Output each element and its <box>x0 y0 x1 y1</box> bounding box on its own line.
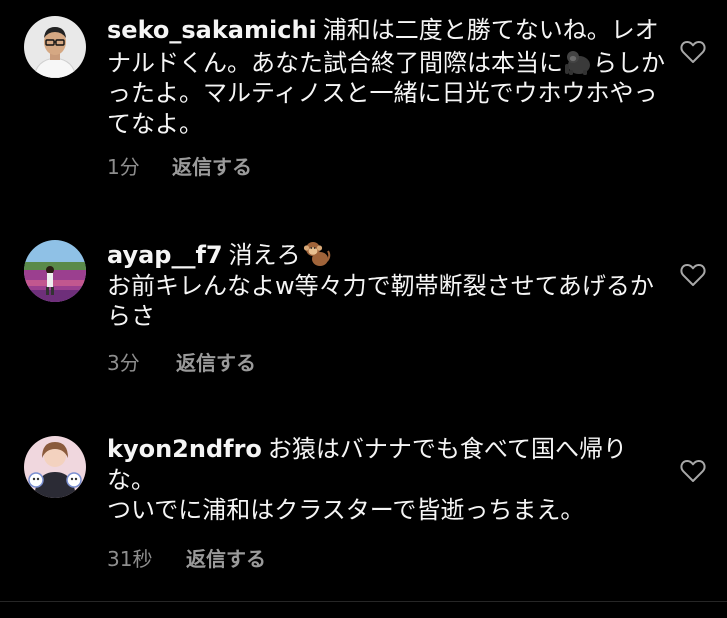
comment-meta: 31秒 返信する <box>107 547 407 571</box>
comment-text-part: お前キレんなよw等々力で靭帯断裂させてあげるからさ <box>107 271 654 331</box>
heart-icon[interactable] <box>680 263 706 287</box>
gorilla-emoji <box>565 50 590 75</box>
heart-icon[interactable] <box>680 40 706 64</box>
comment-text: kyon2ndfro お猿はバナナでも食べて国へ帰りな。 ついでに浦和はクラスターで… <box>107 434 667 526</box>
comment-username[interactable]: kyon2ndfro <box>107 435 262 463</box>
man-with-glasses-avatar <box>24 16 86 78</box>
comment-time: 31秒 <box>107 547 153 571</box>
divider <box>0 601 727 602</box>
comment-text: ayap__f7 消えろ お前キレんなよw等々力で靭帯断裂させてあげるからさ <box>107 238 667 332</box>
reply-button[interactable]: 返信する <box>172 155 252 179</box>
avatar[interactable] <box>24 16 86 78</box>
woman-with-mascots-avatar <box>24 436 86 498</box>
comment-time: 1分 <box>107 155 140 179</box>
monkey-emoji <box>303 242 330 266</box>
comment-time: 3分 <box>107 351 140 375</box>
reply-button[interactable]: 返信する <box>176 351 256 375</box>
reply-button[interactable]: 返信する <box>186 547 266 571</box>
avatar[interactable] <box>24 436 86 498</box>
comment-text-part: ついでに浦和はクラスターで皆逝っちまえ。 <box>107 496 585 524</box>
avatar[interactable] <box>24 240 86 302</box>
comment-meta: 3分 返信する <box>107 351 407 375</box>
comment-text-part: 消えろ <box>228 241 301 269</box>
comment-text: seko_sakamichi 浦和は二度と勝てないね。レオナルドくん。あなた試合終… <box>107 15 667 139</box>
flower-field-avatar <box>24 240 86 302</box>
comment-username[interactable]: ayap__f7 <box>107 241 223 269</box>
comment-username[interactable]: seko_sakamichi <box>107 16 317 44</box>
heart-icon[interactable] <box>680 459 706 483</box>
comment-meta: 1分 返信する <box>107 155 407 179</box>
